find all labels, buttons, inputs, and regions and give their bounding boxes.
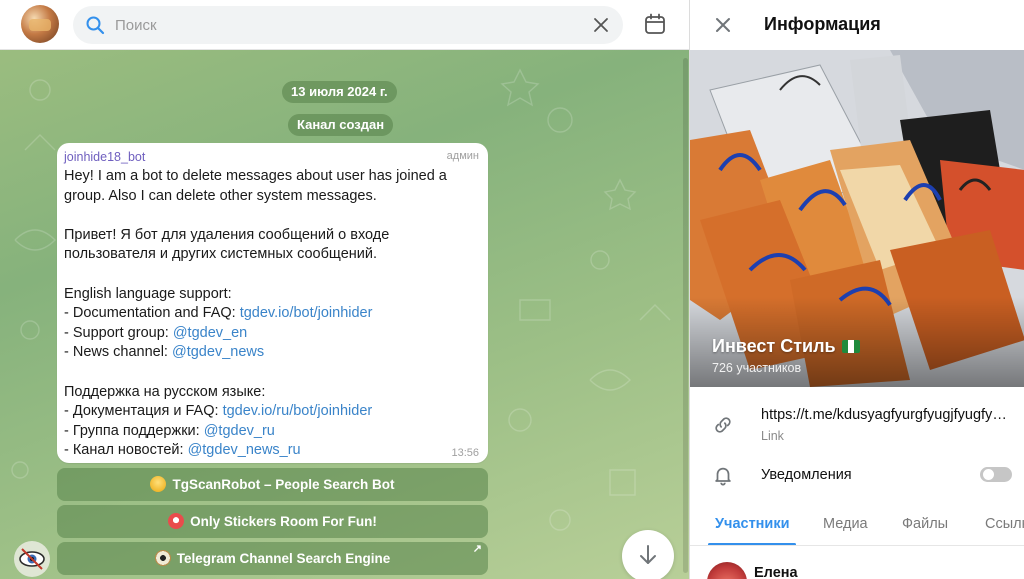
message-label: - Канал новостей: [64, 442, 188, 459]
message-line: English language support: [64, 285, 232, 302]
inline-button-label: Telegram Channel Search Engine [176, 551, 391, 566]
message-line: - Support group: @tgdev_en [64, 324, 480, 344]
active-tab-indicator [708, 543, 796, 545]
invite-link-url[interactable]: https://t.me/kdusyagfyurgfyugjfyugfyuegf… [761, 407, 1011, 423]
search-input[interactable] [115, 6, 585, 44]
invite-link-row[interactable]: https://t.me/kdusyagfyurgfyugjfyugfyuegf… [690, 396, 1024, 454]
eye-icon [19, 548, 45, 570]
search-icon [86, 16, 105, 35]
eye-emoji-icon [154, 550, 171, 566]
news-ru-link[interactable]: @tgdev_news_ru [188, 442, 301, 458]
user-avatar[interactable] [21, 5, 59, 43]
message-line: Hey! I am a bot to delete messages about… [64, 168, 447, 184]
notifications-toggle[interactable] [980, 467, 1012, 482]
message-line: пользователя и других системных сообщени… [64, 246, 377, 263]
message-line: group. Also I can delete other system me… [64, 187, 377, 204]
info-header: Информация [690, 0, 1024, 50]
message-line: - Documentation and FAQ: tgdev.io/bot/jo… [64, 304, 480, 324]
tab-files[interactable]: Файлы [902, 516, 948, 532]
scroll-down-button[interactable] [622, 530, 674, 579]
inline-button-label: TgScanRobot – People Search Bot [172, 477, 395, 492]
tab-links[interactable]: Ссылки [985, 516, 1024, 532]
flag-icon [841, 340, 860, 353]
chat-scrollbar[interactable] [683, 58, 688, 573]
member-avatar [707, 562, 747, 579]
member-name: Елена [754, 565, 798, 579]
message-text: Hey! I am a bot to delete messages about… [64, 167, 480, 461]
message-line: - Канал новостей: @tgdev_news_ru [64, 441, 480, 461]
channel-name: Инвест Стиль [712, 336, 860, 357]
channel-name-text: Инвест Стиль [712, 336, 836, 356]
info-panel: Информация Инвест Стиль 726 участников h… [689, 0, 1024, 579]
message-line: - News channel: @tgdev_news [64, 343, 480, 363]
doc-link[interactable]: tgdev.io/bot/joinhider [240, 305, 373, 321]
inline-button-stickers[interactable]: Only Stickers Room For Fun! [57, 505, 488, 538]
channel-cover-photo[interactable]: Инвест Стиль 726 участников [690, 50, 1024, 387]
support-ru-link[interactable]: @tgdev_ru [204, 423, 275, 439]
sender-role-badge: админ [446, 150, 479, 162]
close-icon[interactable] [591, 15, 611, 35]
chat-header [0, 0, 689, 50]
tab-members[interactable]: Участники [715, 516, 790, 532]
tab-media[interactable]: Медиа [823, 516, 868, 532]
message-line: Поддержка на русском языке: [64, 383, 266, 400]
panel-title: Информация [764, 14, 881, 34]
bot-avatar[interactable] [14, 541, 50, 577]
close-icon[interactable] [712, 14, 734, 36]
notifications-row[interactable]: Уведомления [690, 456, 1024, 494]
inline-button-label: Only Stickers Room For Fun! [190, 514, 377, 529]
notifications-label: Уведомления [761, 467, 852, 483]
message-label: - Документация и FAQ: [64, 403, 223, 420]
message-label: - Группа поддержки: [64, 422, 204, 439]
date-pill[interactable]: 13 июля 2024 г. [282, 81, 397, 103]
support-group-link[interactable]: @tgdev_en [173, 325, 247, 341]
arrow-down-icon [640, 545, 656, 564]
calendar-icon[interactable] [643, 12, 667, 36]
info-tabs: Участники Медиа Файлы Ссылки [690, 506, 1024, 546]
message-label: - News channel: [64, 344, 172, 361]
member-count: 726 участников [712, 361, 802, 375]
message-label: - Documentation and FAQ: [64, 305, 240, 322]
message-label: - Support group: [64, 324, 173, 341]
search-bar[interactable] [73, 6, 623, 44]
message-line: - Группа поддержки: @tgdev_ru [64, 422, 480, 442]
link-icon [715, 417, 731, 433]
message-bubble[interactable]: joinhide18_bot админ Hey! I am a bot to … [57, 143, 488, 463]
news-channel-link[interactable]: @tgdev_news [172, 344, 264, 360]
doc-ru-link[interactable]: tgdev.io/ru/bot/joinhider [223, 403, 373, 419]
emoji-icon [150, 476, 167, 492]
emoji-icon [168, 513, 185, 529]
invite-link-label: Link [761, 429, 784, 443]
message-sender[interactable]: joinhide18_bot [64, 149, 480, 165]
inline-button-tgscan[interactable]: TgScanRobot – People Search Bot [57, 468, 488, 501]
external-link-icon: ↗ [472, 543, 482, 555]
member-list-item[interactable]: Елена [690, 554, 1024, 579]
chat-pane: 13 июля 2024 г. Канал создан joinhide18_… [0, 0, 689, 579]
message-line: Привет! Я бот для удаления сообщений о в… [64, 226, 390, 243]
service-message: Канал создан [288, 114, 394, 136]
inline-button-search-engine[interactable]: Telegram Channel Search Engine ↗ [57, 542, 488, 575]
message-time: 13:56 [451, 447, 479, 459]
bell-icon [715, 467, 731, 486]
message-line: - Документация и FAQ: tgdev.io/ru/bot/jo… [64, 402, 480, 422]
